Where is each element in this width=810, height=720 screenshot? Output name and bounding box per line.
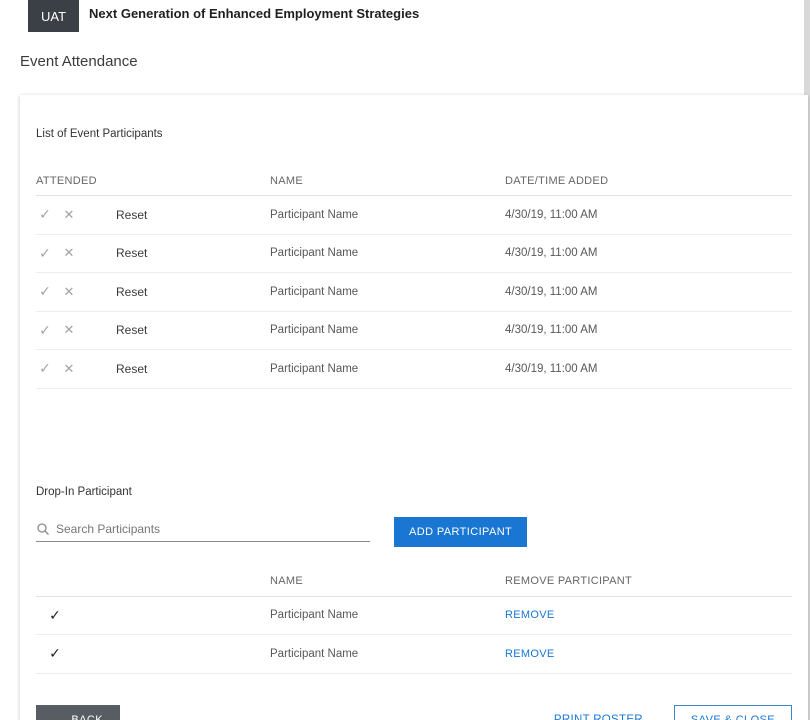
date-added: 4/30/19, 11:00 AM xyxy=(505,247,792,259)
attended-check-icon[interactable]: ✓ xyxy=(36,283,54,300)
footer-actions: ← BACK PRINT ROSTER SAVE & CLOSE xyxy=(36,705,792,720)
date-added: 4/30/19, 11:00 AM xyxy=(505,324,792,336)
event-attendance-card: List of Event Participants ATTENDED NAME… xyxy=(20,95,808,720)
table-row: ✓ ✕ Reset Participant Name 4/30/19, 11:0… xyxy=(36,196,792,235)
date-added: 4/30/19, 11:00 AM xyxy=(505,286,792,298)
reset-link[interactable]: Reset xyxy=(116,323,147,337)
participant-name: Participant Name xyxy=(270,363,505,375)
dropin-section-title: Drop-In Participant xyxy=(36,486,792,498)
reset-link[interactable]: Reset xyxy=(116,208,147,222)
not-attended-x-icon[interactable]: ✕ xyxy=(60,207,78,223)
not-attended-x-icon[interactable]: ✕ xyxy=(60,322,78,338)
attended-check-icon[interactable]: ✓ xyxy=(36,360,54,377)
reset-link[interactable]: Reset xyxy=(116,285,147,299)
participant-name: Participant Name xyxy=(270,324,505,336)
search-icon xyxy=(36,522,52,536)
date-added: 4/30/19, 11:00 AM xyxy=(505,363,792,375)
column-header-date: DATE/TIME ADDED xyxy=(505,175,792,187)
dropin-table-header: NAME REMOVE PARTICIPANT xyxy=(36,567,792,597)
attended-check-icon: ✓ xyxy=(46,607,64,624)
add-participant-button[interactable]: ADD PARTICIPANT xyxy=(394,517,527,547)
search-box[interactable] xyxy=(36,522,370,542)
save-close-button[interactable]: SAVE & CLOSE xyxy=(674,705,792,720)
app-title: Next Generation of Enhanced Employment S… xyxy=(89,0,419,26)
table-row: ✓ Participant Name REMOVE xyxy=(36,635,792,674)
table-row: ✓ ✕ Reset Participant Name 4/30/19, 11:0… xyxy=(36,235,792,274)
not-attended-x-icon[interactable]: ✕ xyxy=(60,284,78,300)
participant-name: Participant Name xyxy=(270,209,505,221)
not-attended-x-icon[interactable]: ✕ xyxy=(60,361,78,377)
participants-table: ATTENDED NAME DATE/TIME ADDED ✓ ✕ Reset … xyxy=(36,166,792,389)
environment-badge: UAT xyxy=(28,0,79,32)
table-row: ✓ ✕ Reset Participant Name 4/30/19, 11:0… xyxy=(36,273,792,312)
back-button-label: BACK xyxy=(71,714,103,720)
reset-link[interactable]: Reset xyxy=(116,362,147,376)
column-header-name: NAME xyxy=(270,575,505,587)
reset-link[interactable]: Reset xyxy=(116,246,147,260)
page-title: Event Attendance xyxy=(20,53,810,70)
attended-check-icon[interactable]: ✓ xyxy=(36,245,54,262)
participants-table-header: ATTENDED NAME DATE/TIME ADDED xyxy=(36,166,792,196)
table-row: ✓ Participant Name REMOVE xyxy=(36,597,792,636)
remove-link[interactable]: REMOVE xyxy=(505,648,554,660)
column-header-attended: ATTENDED xyxy=(36,175,270,187)
print-roster-link[interactable]: PRINT ROSTER xyxy=(554,714,643,720)
not-attended-x-icon[interactable]: ✕ xyxy=(60,245,78,261)
back-arrow-icon: ← xyxy=(53,713,65,720)
column-header-remove: REMOVE PARTICIPANT xyxy=(505,575,792,587)
participant-name: Participant Name xyxy=(270,648,505,660)
attended-check-icon: ✓ xyxy=(46,645,64,662)
participant-name: Participant Name xyxy=(270,247,505,259)
back-button[interactable]: ← BACK xyxy=(36,705,120,720)
remove-link[interactable]: REMOVE xyxy=(505,609,554,621)
dropin-search-row: ADD PARTICIPANT xyxy=(36,517,792,547)
app-header: UAT Next Generation of Enhanced Employme… xyxy=(0,0,810,32)
participant-name: Participant Name xyxy=(270,609,505,621)
attended-check-icon[interactable]: ✓ xyxy=(36,206,54,223)
table-row: ✓ ✕ Reset Participant Name 4/30/19, 11:0… xyxy=(36,312,792,351)
table-row: ✓ ✕ Reset Participant Name 4/30/19, 11:0… xyxy=(36,350,792,389)
search-participants-input[interactable] xyxy=(56,522,370,536)
column-header-name: NAME xyxy=(270,175,505,187)
dropin-table: NAME REMOVE PARTICIPANT ✓ Participant Na… xyxy=(36,567,792,674)
participant-name: Participant Name xyxy=(270,286,505,298)
participants-section-title: List of Event Participants xyxy=(36,128,792,140)
date-added: 4/30/19, 11:00 AM xyxy=(505,209,792,221)
attended-check-icon[interactable]: ✓ xyxy=(36,322,54,339)
